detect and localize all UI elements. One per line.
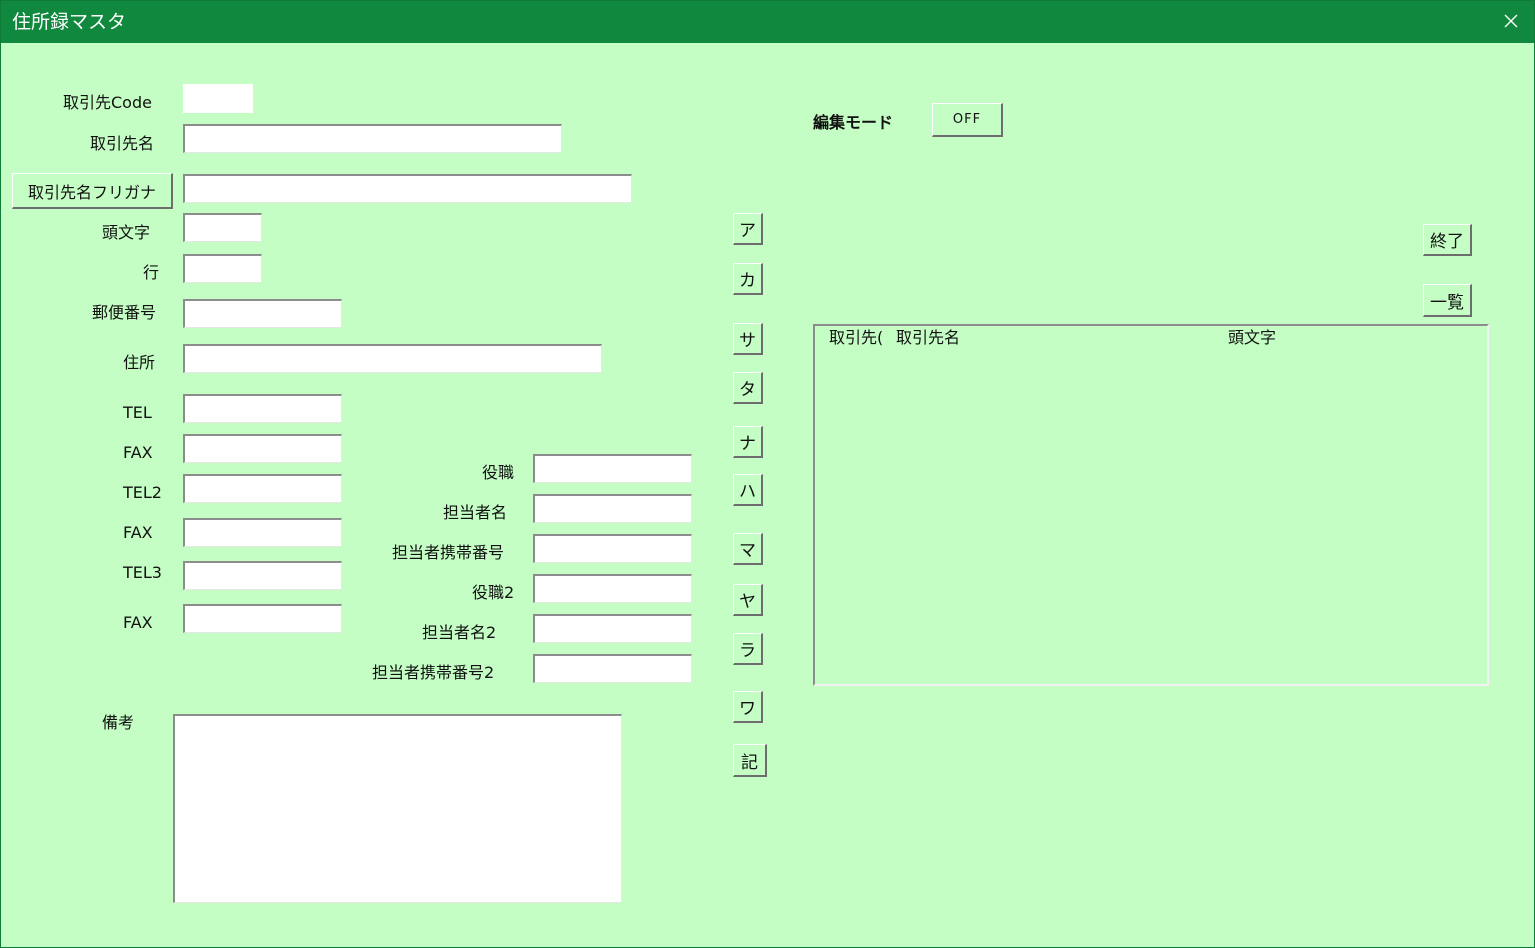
kana-button-ta[interactable]: タ xyxy=(733,372,763,404)
close-icon xyxy=(1504,14,1518,28)
list-column-initial: 頭文字 xyxy=(1228,328,1277,347)
form-area: 取引先Code 取引先名 取引先名フリガナ 頭文字 行 郵便番号 住所 TEL … xyxy=(1,43,1534,947)
notes-field[interactable] xyxy=(173,714,622,903)
contact2-field[interactable] xyxy=(533,614,692,643)
kana-button-ma[interactable]: マ xyxy=(733,533,763,565)
tel3-label: TEL3 xyxy=(123,563,162,582)
fax3-field[interactable] xyxy=(183,604,342,633)
fax-label: FAX xyxy=(123,443,153,462)
kana-button-na[interactable]: ナ xyxy=(733,426,763,458)
list-column-code: 取引先( xyxy=(829,328,883,347)
position2-label: 役職2 xyxy=(472,583,515,602)
position-field[interactable] xyxy=(533,454,692,483)
edit-mode-toggle-button[interactable]: OFF xyxy=(932,103,1003,137)
list-column-name: 取引先名 xyxy=(896,328,961,347)
initial-field[interactable] xyxy=(183,213,262,242)
kana-button-symbol[interactable]: 記 xyxy=(733,744,767,777)
fax2-label: FAX xyxy=(123,523,153,542)
fax-field[interactable] xyxy=(183,434,342,463)
kana-button-sa[interactable]: サ xyxy=(733,323,763,355)
window-title: 住所録マスタ xyxy=(12,11,127,33)
tel2-label: TEL2 xyxy=(123,483,162,502)
address-field[interactable] xyxy=(183,344,602,373)
row-label: 行 xyxy=(143,263,160,282)
contact-field[interactable] xyxy=(533,494,692,523)
postal-label: 郵便番号 xyxy=(92,303,157,322)
contact-label: 担当者名 xyxy=(443,503,508,522)
mobile2-label: 担当者携帯番号2 xyxy=(372,663,495,682)
name-field[interactable] xyxy=(183,124,562,153)
fax2-field[interactable] xyxy=(183,518,342,547)
position2-field[interactable] xyxy=(533,574,692,603)
tel-label: TEL xyxy=(123,403,152,422)
postal-field[interactable] xyxy=(183,299,342,328)
initial-label: 頭文字 xyxy=(102,223,151,242)
kana-button-a[interactable]: ア xyxy=(733,213,763,245)
furigana-button[interactable]: 取引先名フリガナ xyxy=(12,173,173,209)
code-field[interactable] xyxy=(183,84,253,113)
list-button[interactable]: 一覧 xyxy=(1423,284,1472,317)
tel2-field[interactable] xyxy=(183,474,342,503)
mobile-label: 担当者携帯番号 xyxy=(392,543,505,562)
mobile2-field[interactable] xyxy=(533,654,692,683)
furigana-field[interactable] xyxy=(183,174,632,203)
kana-button-wa[interactable]: ワ xyxy=(733,691,763,723)
address-book-window: 住所録マスタ 取引先Code 取引先名 取引先名フリガナ 頭文字 行 郵便番号 … xyxy=(0,0,1535,948)
exit-button[interactable]: 終了 xyxy=(1423,224,1472,256)
row-field[interactable] xyxy=(183,254,262,283)
notes-label: 備考 xyxy=(102,713,135,732)
kana-button-ka[interactable]: カ xyxy=(733,263,763,295)
tel3-field[interactable] xyxy=(183,561,342,590)
code-label: 取引先Code xyxy=(63,93,152,112)
address-label: 住所 xyxy=(123,353,156,372)
title-bar[interactable]: 住所録マスタ xyxy=(1,1,1534,43)
fax3-label: FAX xyxy=(123,613,153,632)
contact2-label: 担当者名2 xyxy=(422,623,497,642)
kana-button-ya[interactable]: ヤ xyxy=(733,584,763,616)
position-label: 役職 xyxy=(482,463,515,482)
edit-mode-label: 編集モード xyxy=(813,113,894,132)
kana-button-ra[interactable]: ラ xyxy=(733,633,763,665)
close-button[interactable] xyxy=(1494,6,1528,36)
name-label: 取引先名 xyxy=(90,134,155,153)
address-listbox[interactable]: 取引先( 取引先名 頭文字 xyxy=(813,324,1489,686)
mobile-field[interactable] xyxy=(533,534,692,563)
tel-field[interactable] xyxy=(183,394,342,423)
kana-button-ha[interactable]: ハ xyxy=(733,474,763,506)
